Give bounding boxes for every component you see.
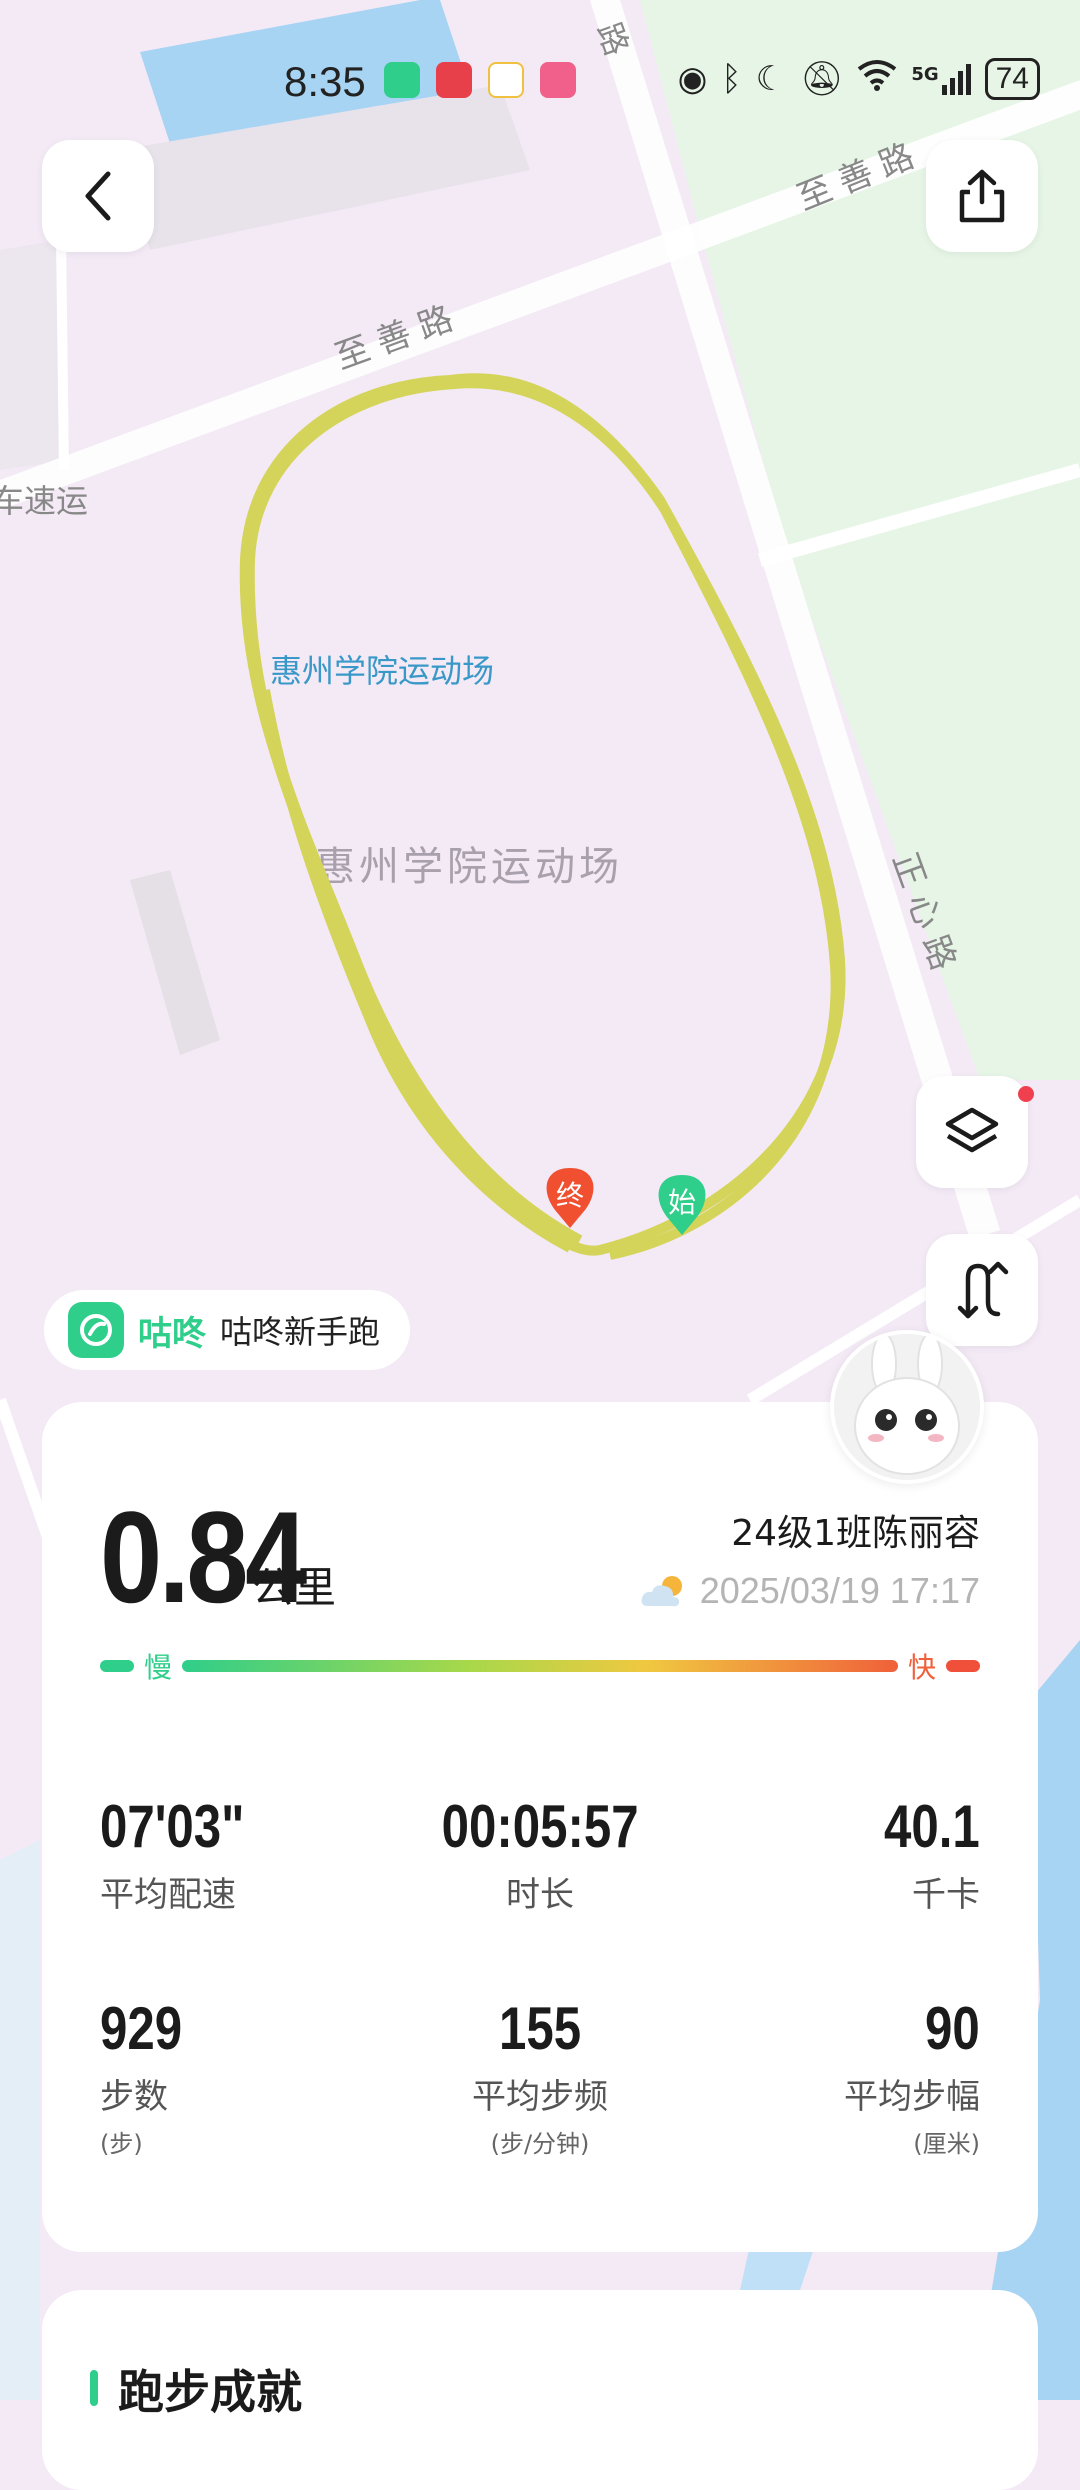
stat-duration: 00:05:57 时长 (380, 1792, 700, 1916)
stat-stride: 90 平均步幅 (厘米) (844, 1994, 980, 2159)
road-label-left: 车速运 (0, 482, 88, 520)
status-icons: ◉ ᛒ ☾ 🔕︎ 5G 74 (678, 58, 1040, 100)
avatar[interactable] (830, 1330, 984, 1484)
map-layers-button[interactable] (916, 1076, 1034, 1188)
avg-pace-value: 07'03" (100, 1793, 245, 1860)
stride-unit: (厘米) (913, 2130, 980, 2158)
status-time: 8:35 (284, 58, 366, 105)
stride-label: 平均步幅 (844, 2077, 980, 2117)
stat-steps: 929 步数 (步) (100, 1994, 200, 2159)
partly-cloudy-icon (641, 1576, 682, 1607)
notification-dot (1018, 1086, 1034, 1102)
run-datetime-row: 2025/03/19 17:17 (638, 1570, 980, 1612)
cadence-label: 平均步频 (472, 2077, 608, 2117)
battery-indicator: 74 (984, 58, 1040, 100)
bilibili-icon (540, 62, 576, 98)
section-accent-bar (90, 2370, 98, 2406)
task-app-icon (488, 62, 524, 98)
huawei-store-icon (436, 62, 472, 98)
pace-slow-label: 慢 (144, 1651, 173, 1684)
achievements-card[interactable]: 跑步成就 (42, 2290, 1038, 2490)
stride-value: 90 (925, 1995, 980, 2062)
route-icon (957, 1261, 1009, 1319)
eye-icon: ◉ (677, 59, 708, 99)
codoon-logo-icon (68, 1302, 124, 1358)
svg-text:终: 终 (556, 1179, 584, 1212)
avg-pace-label: 平均配速 (100, 1875, 236, 1915)
stat-avg-pace: 07'03" 平均配速 (100, 1792, 276, 1916)
stat-calories: 40.1 千卡 (863, 1792, 980, 1916)
wifi-icon (857, 59, 897, 100)
bluetooth-icon: ᛒ (721, 59, 742, 99)
svg-text:始: 始 (668, 1186, 696, 1219)
run-datetime: 2025/03/19 17:17 (699, 1570, 980, 1611)
cadence-value: 155 (498, 1995, 582, 2062)
venue-label-blue: 惠州学院运动场 (270, 652, 494, 690)
steps-label: 步数 (100, 2077, 168, 2117)
avatar-bunny-image (834, 1334, 980, 1480)
moon-icon: ☾ (755, 59, 787, 99)
calories-label: 千卡 (912, 1875, 980, 1915)
run-mode-label: 咕咚新手跑 (220, 1313, 381, 1351)
steps-value: 929 (100, 1995, 183, 2062)
brand-pill: 咕咚 咕咚新手跑 (44, 1290, 411, 1370)
calories-value: 40.1 (884, 1793, 980, 1860)
chevron-left-icon (85, 171, 111, 221)
back-button[interactable] (42, 140, 154, 252)
stat-cadence: 155 平均步频 (步/分钟) (380, 1994, 700, 2159)
distance-value: 0.84 (100, 1484, 307, 1630)
status-bar: 8:35 ◉ ᛒ ☾ 🔕︎ 5G 74 (0, 54, 1080, 114)
route-toggle-button[interactable] (926, 1234, 1038, 1346)
duration-label: 时长 (506, 1875, 574, 1915)
cellular-5g-icon: 5G (911, 63, 971, 95)
share-button[interactable] (926, 140, 1038, 252)
steps-unit: (步) (100, 2130, 143, 2158)
pace-color-scale: 慢 快 (100, 1650, 980, 1684)
share-icon (959, 169, 1005, 223)
duration-value: 00:05:57 (441, 1793, 639, 1860)
codoon-app-icon (384, 62, 420, 98)
venue-label-gray: 惠州学院运动场 (315, 844, 623, 890)
cadence-unit: (步/分钟) (490, 2130, 590, 2158)
pace-fast-label: 快 (907, 1651, 936, 1684)
achievements-title: 跑步成就 (118, 2365, 302, 2419)
brand-name: 咕咚 (138, 1313, 206, 1354)
network-type: 5G (911, 63, 939, 85)
pace-gradient-bar (182, 1660, 898, 1672)
run-summary-card: 0.84 公里 24级1班陈丽容 2025/03/19 17:17 慢 快 07… (42, 1402, 1038, 2252)
layers-icon (945, 1107, 999, 1153)
distance-block: 0.84 公里 (100, 1482, 336, 1632)
runner-name: 24级1班陈丽容 (731, 1513, 980, 1554)
mute-bell-icon: 🔕︎ (800, 59, 844, 99)
